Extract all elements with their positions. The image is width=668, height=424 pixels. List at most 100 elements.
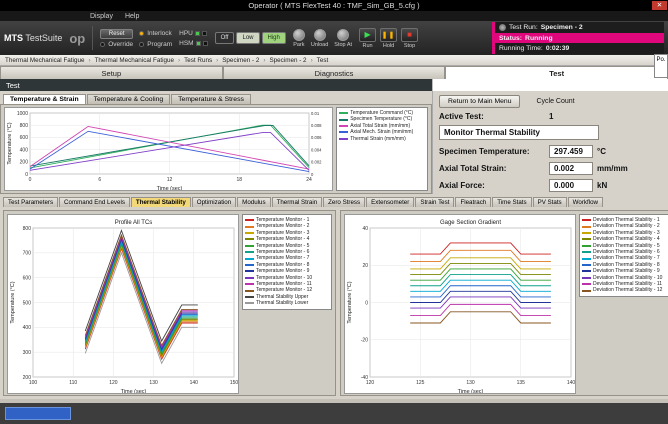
window-titlebar: Operator ( MTS FlexTest 40 : TMF_Sim_GB_… bbox=[0, 0, 668, 11]
svg-text:800: 800 bbox=[23, 226, 32, 232]
svg-text:0: 0 bbox=[29, 177, 32, 183]
axial-force-label: Axial Force: bbox=[439, 181, 549, 190]
override-label: Override bbox=[108, 41, 133, 48]
power-low-button[interactable]: Low bbox=[236, 32, 259, 44]
svg-text:135: 135 bbox=[517, 380, 526, 386]
window-title: Operator ( MTS FlexTest 40 : TMF_Sim_GB_… bbox=[248, 1, 419, 10]
park-icon bbox=[293, 29, 305, 41]
svg-text:Temperature (°C): Temperature (°C) bbox=[347, 281, 353, 323]
breadcrumb-item[interactable]: Thermal Mechanical Fatigue bbox=[5, 57, 95, 64]
axial-total-strain-label: Axial Total Strain: bbox=[439, 164, 549, 173]
monitor-tab[interactable]: Thermal Strain bbox=[272, 197, 323, 207]
reset-button[interactable]: Reset bbox=[100, 29, 133, 39]
hold-icon: ❚❚ bbox=[382, 31, 396, 39]
axial-total-strain-unit: mm/mm bbox=[597, 164, 628, 173]
breadcrumb-item[interactable]: Specimen - 2 bbox=[222, 57, 269, 64]
specimen-temperature-value: 297.459 bbox=[549, 145, 593, 158]
hold-button[interactable]: ❚❚ Hold bbox=[380, 28, 397, 49]
svg-text:0.002: 0.002 bbox=[311, 160, 322, 165]
monitor-tab[interactable]: Zero Stress bbox=[323, 197, 365, 207]
profile-all-tcs-legend: Temperature Monitor - 1Temperature Monit… bbox=[242, 214, 332, 310]
stop-icon: ■ bbox=[407, 30, 412, 39]
run-button[interactable]: ▶ Run bbox=[359, 28, 376, 49]
status-badge: Status: Running bbox=[495, 33, 664, 44]
footer-blue-panel[interactable] bbox=[5, 407, 71, 420]
test-run-label: Test Run: bbox=[509, 24, 538, 31]
axial-total-strain-value: 0.002 bbox=[549, 162, 593, 175]
svg-text:Temperature (°C): Temperature (°C) bbox=[10, 281, 16, 323]
hpu-row: HPU bbox=[179, 30, 207, 37]
close-icon[interactable]: ✕ bbox=[652, 1, 667, 10]
stop-button[interactable]: ■ Stop bbox=[401, 28, 418, 49]
hydraulic-indicators: HPU HSM bbox=[179, 30, 207, 47]
svg-text:140: 140 bbox=[190, 380, 199, 386]
subtab[interactable]: Temperature & Stress bbox=[171, 94, 251, 104]
program-toggle[interactable]: Program bbox=[139, 41, 172, 48]
unload-icon bbox=[314, 29, 326, 41]
active-test-label: Active Test: bbox=[439, 112, 549, 121]
running-time-value: 0:02:39 bbox=[546, 45, 569, 52]
svg-text:200: 200 bbox=[23, 375, 32, 381]
monitor-tab[interactable]: Command End Levels bbox=[59, 197, 130, 207]
hpu-led2-icon bbox=[202, 31, 207, 36]
tab-test[interactable]: Test bbox=[445, 66, 668, 79]
return-to-main-menu-button[interactable]: Return to Main Menu bbox=[439, 95, 520, 108]
svg-text:130: 130 bbox=[466, 380, 475, 386]
subtab[interactable]: Temperature & Strain bbox=[3, 94, 86, 104]
svg-text:24: 24 bbox=[306, 177, 312, 183]
interlock-led-icon bbox=[139, 31, 144, 36]
override-toggle[interactable]: Override bbox=[100, 41, 133, 48]
monitor-tab[interactable]: Extensometer bbox=[366, 197, 414, 207]
active-test-value: 1 bbox=[549, 112, 553, 121]
legend-entry: Thermal Stability Lower bbox=[245, 300, 329, 306]
menu-display[interactable]: Display bbox=[90, 13, 113, 20]
monitor-tab[interactable]: Test Parameters bbox=[3, 197, 58, 207]
specimen-icon bbox=[499, 24, 506, 31]
override-led-icon bbox=[100, 42, 105, 47]
monitor-tab[interactable]: Modulus bbox=[237, 197, 270, 207]
svg-text:110: 110 bbox=[69, 380, 77, 386]
breadcrumb-item[interactable]: Test bbox=[317, 57, 329, 64]
test-run-status-block: Test Run: Specimen - 2 Status: Running R… bbox=[492, 22, 664, 54]
monitor-tab[interactable]: Thermal Stability bbox=[131, 197, 191, 207]
stop-label: Stop bbox=[404, 43, 415, 49]
interlock-indicator: Interlock bbox=[139, 30, 172, 37]
monitor-tab[interactable]: Time Stats bbox=[492, 197, 531, 207]
svg-text:Profile All TCs: Profile All TCs bbox=[115, 220, 153, 226]
svg-text:1000: 1000 bbox=[17, 111, 28, 117]
park-label: Park bbox=[293, 42, 304, 48]
hold-label: Hold bbox=[383, 43, 394, 49]
svg-text:700: 700 bbox=[23, 251, 32, 257]
program-led-icon bbox=[139, 42, 144, 47]
unload-button[interactable]: Unload bbox=[311, 29, 328, 48]
breadcrumb-item[interactable]: Thermal Mechanical Fatigue bbox=[95, 57, 185, 64]
svg-text:125: 125 bbox=[416, 380, 425, 386]
monitor-tab[interactable]: Optimization bbox=[192, 197, 236, 207]
power-high-button[interactable]: High bbox=[262, 32, 286, 44]
park-button[interactable]: Park bbox=[293, 29, 305, 48]
running-time-label: Running Time: bbox=[499, 45, 543, 52]
menu-help[interactable]: Help bbox=[125, 13, 139, 20]
monitor-tab[interactable]: PV Stats bbox=[533, 197, 567, 207]
monitor-tab[interactable]: Fleatrach bbox=[455, 197, 491, 207]
power-off-button[interactable]: Off bbox=[215, 32, 235, 44]
svg-text:150: 150 bbox=[230, 380, 239, 386]
monitor-tab[interactable]: Workflow bbox=[568, 197, 603, 207]
subtab[interactable]: Temperature & Cooling bbox=[87, 94, 171, 104]
svg-text:40: 40 bbox=[362, 226, 368, 232]
stop-at-button[interactable]: Stop At bbox=[334, 29, 352, 48]
breadcrumb-item[interactable]: Test Runs bbox=[184, 57, 222, 64]
monitor-tab[interactable]: Strain Test bbox=[415, 197, 454, 207]
svg-text:130: 130 bbox=[149, 380, 158, 386]
svg-text:100: 100 bbox=[29, 380, 38, 386]
station-controls: Reset Interlock Override Program bbox=[100, 29, 172, 48]
gage-section-gradient-panel: 120125130135140-40-2002040Time (sec)Temp… bbox=[340, 210, 668, 396]
collapsed-side-tab[interactable]: Po. bbox=[654, 54, 668, 78]
run-label: Run bbox=[362, 43, 372, 49]
mts-logo: MTS TestSuite bbox=[4, 33, 62, 43]
breadcrumb-item[interactable]: Specimen - 2 bbox=[269, 57, 316, 64]
divider bbox=[92, 26, 93, 50]
tab-setup[interactable]: Setup bbox=[0, 66, 223, 79]
svg-text:Temperature (°C): Temperature (°C) bbox=[7, 122, 13, 164]
tab-diagnostics[interactable]: Diagnostics bbox=[223, 66, 446, 79]
